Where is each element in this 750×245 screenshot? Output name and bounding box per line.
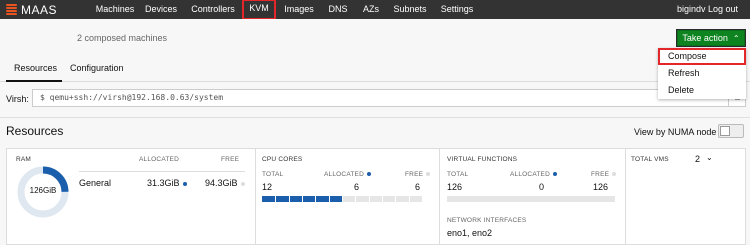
numa-toggle-label: View by NUMA node — [634, 127, 717, 137]
ram-label: RAM — [16, 156, 32, 163]
cpu-core-segment-divider — [328, 196, 330, 202]
cpu-total-value: 12 — [262, 182, 273, 192]
ram-free-text: 94.3GiB — [205, 178, 238, 188]
cpu-core-segment-divider — [302, 196, 303, 202]
section-divider — [0, 117, 750, 118]
nav-logout[interactable]: Log out — [708, 0, 738, 19]
tab-bar: Resources Configuration — [0, 58, 750, 82]
network-interfaces-value: eno1, eno2 — [447, 228, 493, 238]
cpu-total-header: TOTAL — [262, 171, 284, 178]
maas-logo-icon — [6, 3, 17, 16]
numa-toggle[interactable] — [718, 124, 744, 138]
cpu-allocated-header: ALLOCATED — [324, 171, 371, 178]
take-action-menu: Compose Refresh Delete — [658, 48, 746, 99]
prompt-symbol: $ — [40, 93, 45, 102]
ram-row-divider — [79, 171, 245, 172]
cpu-free-value: 6 — [415, 182, 421, 192]
ram-allocated-text: 31.3GiB — [147, 178, 180, 188]
cpu-core-segment-divider — [395, 196, 397, 202]
menu-item-refresh[interactable]: Refresh — [658, 65, 746, 82]
nav-user[interactable]: bigindv — [677, 0, 706, 19]
chevron-up-icon: ⌃ — [732, 33, 740, 43]
cpu-core-segment-divider — [382, 196, 383, 202]
vf-free-header-text: FREE — [591, 171, 610, 178]
tab-configuration[interactable]: Configuration — [70, 58, 140, 82]
allocated-dot-icon — [552, 172, 557, 177]
cpu-free-header-text: FREE — [405, 171, 424, 178]
cpu-core-segment-divider — [288, 196, 290, 202]
nav-devices[interactable]: Devices — [143, 0, 179, 19]
nav-subnets[interactable]: Subnets — [392, 0, 428, 19]
total-vms-count[interactable]: 2 — [695, 154, 700, 164]
network-interfaces-header: NETWORK INTERFACES — [447, 217, 527, 224]
ram-row-label: General — [79, 178, 112, 188]
cpu-core-segment-divider — [408, 196, 410, 202]
menu-item-delete[interactable]: Delete — [658, 82, 746, 99]
cpu-usage-bar — [262, 196, 422, 202]
cpu-label: CPU CORES — [262, 156, 303, 163]
ram-free-header: FREE — [221, 156, 240, 163]
cpu-free-header: FREE — [405, 171, 431, 178]
free-dot-icon — [426, 172, 431, 177]
tab-resources[interactable]: Resources — [6, 58, 62, 82]
top-navbar: MAAS Machines Devices Controllers KVM Im… — [0, 0, 750, 20]
virsh-address-field[interactable]: $ qemu+ssh://virsh@192.168.0.63/system — [32, 89, 732, 107]
page-header: 2 composed machines — [0, 19, 750, 58]
ram-allocated-value: 31.3GiB — [147, 178, 187, 188]
nav-controllers[interactable]: Controllers — [188, 0, 238, 19]
cpu-core-segment-divider — [275, 196, 277, 202]
vf-usage-bar — [447, 196, 615, 202]
card-separator — [625, 149, 626, 245]
virsh-address: qemu+ssh://virsh@192.168.0.63/system — [49, 93, 224, 102]
free-dot-icon — [240, 181, 245, 186]
nav-azs[interactable]: AZs — [360, 0, 382, 19]
vf-allocated-header-text: ALLOCATED — [510, 171, 550, 178]
allocated-dot-icon — [182, 181, 187, 186]
composed-count: 2 composed machines — [77, 33, 168, 43]
nav-images[interactable]: Images — [283, 0, 315, 19]
menu-item-compose[interactable]: Compose — [658, 48, 746, 65]
free-dot-icon — [612, 172, 617, 177]
maas-logo[interactable]: MAAS — [0, 3, 88, 17]
cpu-core-segment-divider — [355, 196, 357, 202]
nav-settings[interactable]: Settings — [437, 0, 477, 19]
virsh-label: Virsh: — [6, 94, 29, 104]
total-vms-label: TOTAL VMS — [631, 156, 669, 163]
take-action-button[interactable]: Take action ⌃ — [676, 29, 746, 47]
resource-cards: RAM 126GiB ALLOCATED FREE General 31.3Gi… — [6, 148, 746, 245]
nav-dns[interactable]: DNS — [325, 0, 351, 19]
card-separator — [439, 149, 440, 245]
vf-allocated-header: ALLOCATED — [510, 171, 557, 178]
vf-free-value: 126 — [593, 182, 609, 192]
vf-label: VIRTUAL FUNCTIONS — [447, 156, 518, 163]
nav-machines[interactable]: Machines — [90, 0, 140, 19]
take-action-label: Take action — [682, 33, 728, 43]
cpu-core-segment-divider — [315, 196, 317, 202]
vf-free-header: FREE — [591, 171, 617, 178]
ram-allocated-header: ALLOCATED — [139, 156, 179, 163]
vf-allocated-value: 0 — [539, 182, 545, 192]
nav-kvm[interactable]: KVM — [242, 0, 276, 20]
cpu-core-segment-divider — [368, 196, 370, 202]
vf-total-value: 126 — [447, 182, 463, 192]
cpu-allocated-header-text: ALLOCATED — [324, 171, 364, 178]
logo-text: MAAS — [21, 2, 58, 17]
vf-total-header: TOTAL — [447, 171, 469, 178]
chevron-down-icon[interactable]: ⌄ — [706, 153, 713, 162]
cpu-core-segment-divider — [342, 196, 343, 202]
card-separator — [255, 149, 256, 245]
ram-free-value: 94.3GiB — [205, 178, 245, 188]
ram-total: 126GiB — [29, 186, 57, 195]
allocated-dot-icon — [366, 172, 371, 177]
resources-title: Resources — [6, 124, 64, 138]
cpu-allocated-value: 6 — [354, 182, 360, 192]
toggle-knob — [720, 126, 730, 136]
